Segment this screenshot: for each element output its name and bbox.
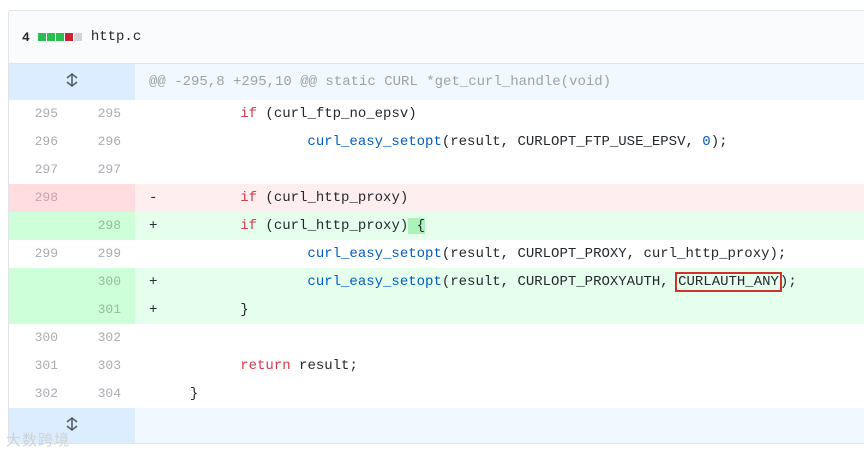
- old-line-number[interactable]: 302: [9, 380, 72, 408]
- code-line: curl_easy_setopt(result, CURLOPT_FTP_USE…: [135, 128, 864, 156]
- code-token: 0: [702, 134, 711, 150]
- new-line-number[interactable]: 296: [72, 128, 135, 156]
- diff-line: 300 + curl_easy_setopt(result, CURLOPT_PR…: [9, 268, 864, 296]
- old-line-number[interactable]: 300: [9, 324, 72, 352]
- old-line-number[interactable]: 298: [9, 184, 72, 212]
- new-line-number[interactable]: 300: [72, 268, 135, 296]
- code-line: + }: [135, 296, 864, 324]
- hunk-footer: [9, 408, 864, 443]
- diff-marker: +: [149, 274, 158, 290]
- code-token: curl_easy_setopt: [307, 246, 442, 262]
- old-line-number[interactable]: [9, 268, 72, 296]
- new-line-number[interactable]: 303: [72, 352, 135, 380]
- code-token: (curl_http_proxy): [257, 218, 409, 234]
- diff-line: 302 304 }: [9, 380, 864, 408]
- new-line-number[interactable]: 295: [72, 100, 135, 128]
- new-line-number[interactable]: 301: [72, 296, 135, 324]
- unfold-icon: [65, 72, 79, 91]
- code-token: }: [189, 386, 199, 402]
- diffstat-block: [64, 33, 73, 41]
- old-line-number[interactable]: 296: [9, 128, 72, 156]
- code-token: if: [240, 190, 258, 206]
- diff-line: 301 303 return result;: [9, 352, 864, 380]
- code-token: {: [408, 218, 426, 234]
- hunk-footer-text: [135, 408, 864, 443]
- code-line: curl_easy_setopt(result, CURLOPT_PROXY, …: [135, 240, 864, 268]
- code-line: + curl_easy_setopt(result, CURLOPT_PROXY…: [135, 268, 864, 296]
- diff-line: 298 + if (curl_http_proxy) {: [9, 212, 864, 240]
- code-token: }: [240, 302, 249, 318]
- diffstat-block: [55, 33, 64, 41]
- old-line-number[interactable]: 301: [9, 352, 72, 380]
- diff-line: 297 297: [9, 156, 864, 184]
- code-token: curl_easy_setopt: [307, 134, 442, 150]
- hunk-header-text: @@ -295,8 +295,10 @@ static CURL *get_cu…: [149, 74, 612, 90]
- code-token: if: [240, 106, 258, 122]
- code-token: (result, CURLOPT_PROXY, curl_http_proxy)…: [441, 246, 787, 262]
- diff-line: 298 - if (curl_http_proxy): [9, 184, 864, 212]
- old-line-number[interactable]: 295: [9, 100, 72, 128]
- code-line: - if (curl_http_proxy): [135, 184, 864, 212]
- code-token: );: [710, 134, 728, 150]
- hunk-header: @@ -295,8 +295,10 @@ static CURL *get_cu…: [9, 64, 864, 100]
- diff-line: 300 302: [9, 324, 864, 352]
- file-header: 4 http.c: [9, 11, 864, 64]
- code-token: (curl_ftp_no_epsv): [257, 106, 417, 122]
- diff-marker: +: [149, 218, 158, 234]
- old-line-number[interactable]: [9, 212, 72, 240]
- new-line-number[interactable]: 297: [72, 156, 135, 184]
- new-line-number[interactable]: 298: [72, 212, 135, 240]
- code-token: );: [779, 274, 797, 290]
- diff-lines: 295 295 if (curl_ftp_no_epsv) 296 296 curl_…: [9, 100, 864, 408]
- watermark-logo: 大数跨境: [6, 431, 71, 449]
- old-line-number[interactable]: [9, 296, 72, 324]
- new-line-number[interactable]: 299: [72, 240, 135, 268]
- code-token: curl_easy_setopt: [307, 274, 442, 290]
- diff-line: 296 296 curl_easy_setopt(result, CURLOPT_…: [9, 128, 864, 156]
- new-line-number[interactable]: [72, 184, 135, 212]
- diff-line: 299 299 curl_easy_setopt(result, CURLOPT_…: [9, 240, 864, 268]
- file-name[interactable]: http.c: [91, 29, 141, 45]
- expand-up-button[interactable]: [9, 64, 135, 100]
- change-count: 4: [22, 29, 30, 45]
- diff-marker: -: [149, 190, 158, 206]
- code-token: (result, CURLOPT_PROXYAUTH,: [441, 274, 678, 290]
- code-token: return: [240, 358, 291, 374]
- old-line-number[interactable]: 297: [9, 156, 72, 184]
- old-line-number[interactable]: 299: [9, 240, 72, 268]
- code-token: (result, CURLOPT_FTP_USE_EPSV,: [441, 134, 703, 150]
- diffstat: [37, 33, 82, 41]
- diffstat-block: [73, 33, 82, 41]
- code-token: if: [240, 218, 258, 234]
- diff-file: 4 http.c @@ -295,8 +295,10 @@ static CUR…: [8, 10, 864, 444]
- diffstat-block: [46, 33, 55, 41]
- diff-line: 295 295 if (curl_ftp_no_epsv): [9, 100, 864, 128]
- new-line-number[interactable]: 304: [72, 380, 135, 408]
- diffstat-block: [37, 33, 46, 41]
- highlighted-token: CURLAUTH_ANY: [675, 272, 782, 292]
- diff-marker: +: [149, 302, 158, 318]
- code-line: return result;: [135, 352, 864, 380]
- code-token: result;: [290, 358, 358, 374]
- code-line: }: [135, 380, 864, 408]
- diff-line: 301 + }: [9, 296, 864, 324]
- code-line: + if (curl_http_proxy) {: [135, 212, 864, 240]
- code-line: if (curl_ftp_no_epsv): [135, 100, 864, 128]
- code-token: (curl_http_proxy): [257, 190, 409, 206]
- new-line-number[interactable]: 302: [72, 324, 135, 352]
